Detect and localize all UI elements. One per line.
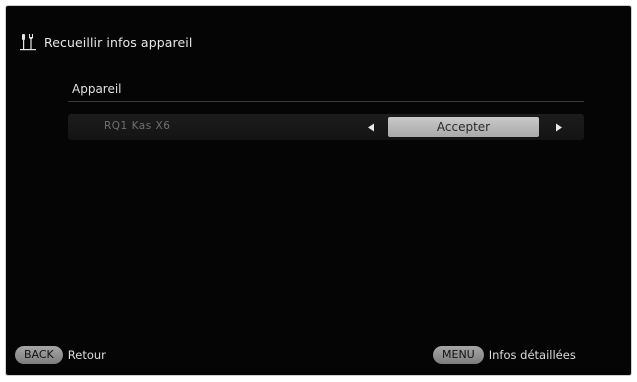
menu-key-button[interactable]: MENU: [433, 346, 484, 364]
page-title: Recueillir infos appareil: [44, 34, 193, 50]
back-key-button[interactable]: BACK: [15, 346, 63, 364]
triangle-left-icon[interactable]: [364, 120, 378, 134]
header: Recueillir infos appareil: [18, 32, 192, 52]
back-control[interactable]: BACK Retour: [15, 346, 106, 364]
device-row[interactable]: RQ1 Kas X6 Accepter: [68, 114, 584, 140]
tools-icon: [18, 32, 38, 52]
tv-screen: Recueillir infos appareil Appareil RQ1 K…: [6, 6, 631, 375]
section-divider: [68, 101, 584, 102]
accept-button[interactable]: Accepter: [388, 117, 539, 137]
menu-control[interactable]: MENU Infos détaillées: [433, 346, 576, 364]
section-label: Appareil: [72, 82, 122, 96]
device-name: RQ1 Kas X6: [104, 120, 171, 132]
triangle-right-icon[interactable]: [552, 120, 566, 134]
menu-label: Infos détaillées: [488, 348, 576, 362]
back-label: Retour: [67, 348, 106, 362]
